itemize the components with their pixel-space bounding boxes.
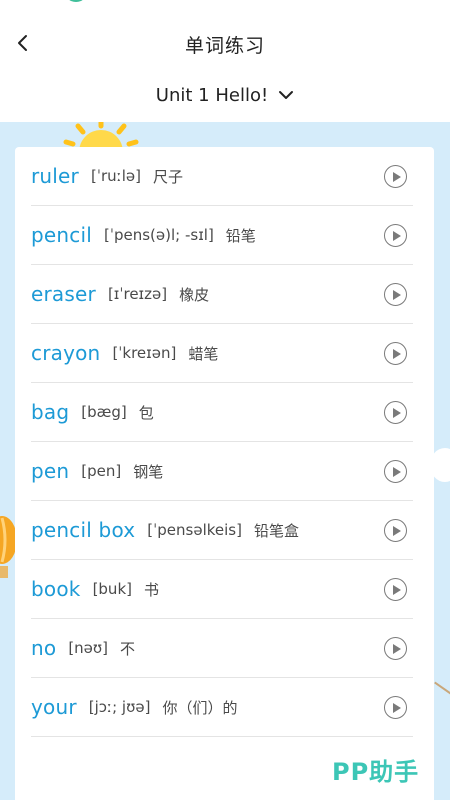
word-phonetic: [nəʊ] <box>68 639 109 657</box>
word-text: no <box>31 636 57 660</box>
play-audio-button[interactable] <box>384 342 407 365</box>
play-icon <box>392 348 401 359</box>
play-audio-button[interactable] <box>384 460 407 483</box>
word-text: pencil <box>31 223 92 247</box>
word-phonetic: [ˈruːlə] <box>90 167 141 185</box>
page-title: 单词练习 <box>184 35 265 57</box>
play-audio-button[interactable] <box>384 637 407 660</box>
word-row[interactable]: crayon [ˈkreɪən] 蜡笔 <box>31 324 413 383</box>
word-phonetic: [bæg] <box>81 403 127 421</box>
play-icon <box>392 702 401 713</box>
word-meaning: 尺子 <box>152 167 183 186</box>
play-icon <box>392 230 401 241</box>
kite-string-illustration <box>434 681 450 701</box>
play-audio-button[interactable] <box>384 578 407 601</box>
word-phonetic: [jɔː; jʊə] <box>88 698 151 716</box>
word-list-card: ruler [ˈruːlə] 尺子 pencil [ˈpens(ə)l; -sɪl] 铅笔… <box>15 147 434 800</box>
play-audio-button[interactable] <box>384 165 407 188</box>
word-practice-screen: 单词练习 Unit 1 Hello! ruler [ˈruːlə] 尺子 pencil… <box>0 0 450 800</box>
word-meaning: 你（们）的 <box>162 698 238 717</box>
word-meaning: 包 <box>138 403 154 422</box>
play-icon <box>392 525 401 536</box>
chevron-down-icon <box>279 91 294 99</box>
word-meaning: 书 <box>143 580 159 599</box>
word-text: pencil box <box>31 518 136 542</box>
word-row[interactable]: pencil [ˈpens(ə)l; -sɪl] 铅笔 <box>31 206 413 265</box>
play-audio-button[interactable] <box>384 519 407 542</box>
word-row[interactable]: ruler [ˈruːlə] 尺子 <box>31 147 413 206</box>
word-text: bag <box>31 400 70 424</box>
word-meaning: 钢笔 <box>133 462 164 481</box>
nav-bar: 单词练习 <box>0 0 450 82</box>
status-bar-decoration <box>64 0 88 2</box>
unit-label: Unit 1 Hello! <box>155 84 269 106</box>
word-text: pen <box>31 459 70 483</box>
play-audio-button[interactable] <box>384 283 407 306</box>
play-icon <box>392 171 401 182</box>
word-text: your <box>31 695 77 719</box>
play-icon <box>392 289 401 300</box>
word-row[interactable]: pen [pen] 钢笔 <box>31 442 413 501</box>
word-row[interactable]: bag [bæg] 包 <box>31 383 413 442</box>
word-row[interactable]: no [nəʊ] 不 <box>31 619 413 678</box>
unit-selector[interactable]: Unit 1 Hello! <box>0 80 450 110</box>
word-phonetic: [ˈpensəlkeis] <box>147 521 242 539</box>
word-meaning: 橡皮 <box>179 285 210 304</box>
word-phonetic: [ˈkreɪən] <box>112 344 177 362</box>
play-icon <box>392 584 401 595</box>
word-text: crayon <box>31 341 101 365</box>
play-icon <box>392 407 401 418</box>
word-meaning: 铅笔 <box>225 226 256 245</box>
word-row[interactable]: your [jɔː; jʊə] 你（们）的 <box>31 678 413 737</box>
word-text: ruler <box>31 164 79 188</box>
word-row[interactable]: pencil box [ˈpensəlkeis] 铅笔盒 <box>31 501 413 560</box>
word-phonetic: [ɪˈreɪzə] <box>107 285 168 303</box>
word-phonetic: [ˈpens(ə)l; -sɪl] <box>104 226 214 244</box>
play-icon <box>392 643 401 654</box>
word-phonetic: [buk] <box>92 580 132 598</box>
word-text: book <box>31 577 81 601</box>
word-text: eraser <box>31 282 96 306</box>
word-meaning: 不 <box>120 639 136 658</box>
play-audio-button[interactable] <box>384 401 407 424</box>
watermark-logo: PP助手 <box>332 758 420 786</box>
word-phonetic: [pen] <box>81 462 122 480</box>
word-row[interactable]: book [buk] 书 <box>31 560 413 619</box>
word-meaning: 铅笔盒 <box>253 521 299 540</box>
play-audio-button[interactable] <box>384 696 407 719</box>
word-row[interactable]: eraser [ɪˈreɪzə] 橡皮 <box>31 265 413 324</box>
play-audio-button[interactable] <box>384 224 407 247</box>
play-icon <box>392 466 401 477</box>
word-meaning: 蜡笔 <box>188 344 219 363</box>
